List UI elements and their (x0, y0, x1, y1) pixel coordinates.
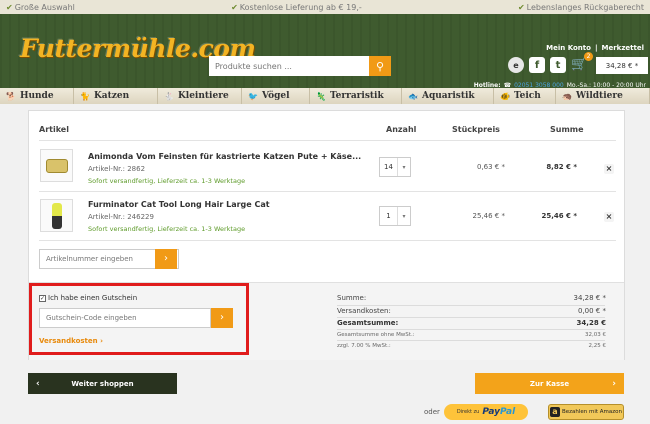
shipping-label: Versandkosten: (337, 307, 391, 315)
chevron-right-icon: › (220, 312, 224, 323)
product-image[interactable] (40, 149, 73, 182)
quantity-select[interactable]: 14 ▾ (379, 157, 411, 177)
unit-price: 0,63 € * (477, 163, 505, 171)
divider (337, 317, 605, 318)
my-account-link[interactable]: Mein Konto (546, 44, 591, 52)
koi-icon: 🐠 (500, 91, 510, 101)
account-links: Mein Konto | Merkzettel (546, 44, 644, 52)
site-header: Futtermühle.com ⚲ Mein Konto|Merkzettel … (0, 14, 650, 89)
delivery-info: Sofort versandfertig, Lieferzeit ca. 1-3… (88, 225, 246, 233)
category-nav: 🐕 Hunde 🐈 Katzen 🐇 Kleintiere 🐦 Vögel 🦎 Terra… (0, 88, 650, 104)
divider (337, 329, 605, 330)
cart-total[interactable]: 34,28 € * (596, 57, 648, 74)
article-number: Artikel-Nr.: 246229 (88, 213, 154, 221)
trusted-shops-icon[interactable]: e (508, 57, 524, 73)
promo-item: ✔ Kostenlose Lieferung ab € 19,- (231, 2, 362, 12)
check-icon: ✔ (6, 2, 13, 12)
promo-bar: ✔ Große Auswahl ✔ Kostenlose Lieferung ab … (0, 0, 650, 14)
nav-item-teich[interactable]: 🐠 Teich (494, 88, 556, 104)
hedgehog-icon: 🦔 (562, 91, 572, 101)
chevron-down-icon: ▾ (402, 163, 406, 171)
rabbit-icon: 🐇 (164, 91, 174, 101)
header-quantity: Anzahl (386, 125, 417, 134)
twitter-icon[interactable]: t (550, 57, 566, 73)
product-name[interactable]: Furminator Cat Tool Long Hair Large Cat (88, 200, 270, 209)
paypal-logo: PayPal (482, 407, 516, 417)
line-sum: 25,46 € * (541, 212, 577, 220)
nav-item-katzen[interactable]: 🐈 Katzen (74, 88, 158, 104)
header-sum: Summe (550, 125, 584, 134)
line-sum: 8,82 € * (546, 163, 577, 171)
total-label: Summe: (337, 294, 367, 302)
fish-icon: 🐟 (408, 91, 418, 101)
search-button[interactable]: ⚲ (369, 56, 391, 76)
voucher-checkbox[interactable]: ✓ (39, 294, 46, 302)
vat-value: 2,25 € (588, 343, 607, 349)
header-icons: e f t 🛒 2 (508, 52, 593, 73)
divider (337, 305, 605, 306)
check-icon: ✔ (517, 2, 525, 12)
promo-item: ✔ Lebenslanges Rückgaberecht (517, 2, 644, 12)
search-icon: ⚲ (375, 59, 385, 73)
checkout-button[interactable]: Zur Kasse › (475, 373, 624, 394)
promo-item: ✔ Große Auswahl (6, 2, 75, 12)
cat-icon: 🐈 (80, 91, 90, 101)
bird-icon: 🐦 (248, 91, 258, 101)
remove-item-button[interactable]: × (604, 164, 614, 174)
product-image[interactable] (40, 199, 73, 232)
nav-item-voegel[interactable]: 🐦 Vögel (242, 88, 310, 104)
quantity-select[interactable]: 1 ▾ (379, 206, 411, 226)
cart-card: Artikel Anzahl Stückpreis Summe Animonda… (28, 110, 625, 360)
cart-icon[interactable]: 🛒 2 (571, 52, 593, 73)
cart-count-badge: 2 (584, 52, 593, 61)
nav-item-terraristik[interactable]: 🦎 Terraristik (310, 88, 402, 104)
wishlist-link[interactable]: Merkzettel (602, 44, 644, 52)
amazon-icon: a (549, 407, 560, 417)
grand-total-label: Gesamtsumme: (337, 319, 399, 327)
paypal-express-button[interactable]: Direkt zu PayPal (444, 404, 528, 420)
remove-item-button[interactable]: × (604, 212, 614, 222)
net-total-label: Gesamtsumme ohne MwSt.: (337, 332, 415, 338)
shipping-value: 0,00 € * (578, 307, 606, 315)
voucher-checkbox-row[interactable]: ✓ Ich habe einen Gutschein (39, 294, 137, 302)
unit-price: 25,46 € * (472, 212, 505, 220)
chevron-left-icon: ‹ (36, 378, 40, 389)
article-number: Artikel-Nr.: 2862 (88, 165, 146, 173)
shipping-costs-link[interactable]: Versandkosten › (39, 337, 103, 345)
divider (337, 340, 605, 341)
lizard-icon: 🦎 (316, 91, 326, 101)
check-icon: ✔ (231, 2, 238, 12)
net-total-value: 32,03 € (585, 332, 606, 338)
search-bar: ⚲ (209, 56, 391, 76)
nav-item-kleintiere[interactable]: 🐇 Kleintiere (158, 88, 242, 104)
total-value: 34,28 € * (573, 294, 606, 302)
chevron-down-icon: ▾ (402, 212, 406, 220)
header-article: Artikel (39, 125, 69, 134)
divider (39, 240, 616, 241)
chevron-right-icon: › (164, 253, 168, 264)
delivery-info: Sofort versandfertig, Lieferzeit ca. 1-3… (88, 177, 246, 185)
chevron-right-icon: › (612, 378, 616, 389)
search-input[interactable] (209, 56, 369, 76)
facebook-icon[interactable]: f (529, 57, 545, 73)
apply-voucher-button[interactable]: › (211, 308, 233, 328)
nav-item-wildtiere[interactable]: 🦔 Wildtiere (556, 88, 650, 104)
dog-icon: 🐕 (6, 91, 16, 101)
continue-shopping-button[interactable]: ‹ Weiter shoppen (28, 373, 177, 394)
add-article-button[interactable]: › (155, 249, 177, 269)
product-name[interactable]: Animonda Vom Feinsten für kastrierte Kat… (88, 152, 361, 161)
amazon-pay-button[interactable]: a Bezahlen mit Amazon (548, 404, 624, 420)
nav-item-hunde[interactable]: 🐕 Hunde (0, 88, 74, 104)
voucher-code-input[interactable]: Gutschein-Code eingeben (39, 308, 211, 328)
or-label: oder (424, 408, 440, 416)
divider (39, 140, 616, 141)
nav-item-aquaristik[interactable]: 🐟 Aquaristik (402, 88, 494, 104)
grand-total-value: 34,28 € (576, 319, 606, 327)
header-unit-price: Stückpreis (452, 125, 500, 134)
divider (39, 191, 616, 192)
vat-label: zzgl. 7.00 % MwSt.: (337, 343, 391, 349)
